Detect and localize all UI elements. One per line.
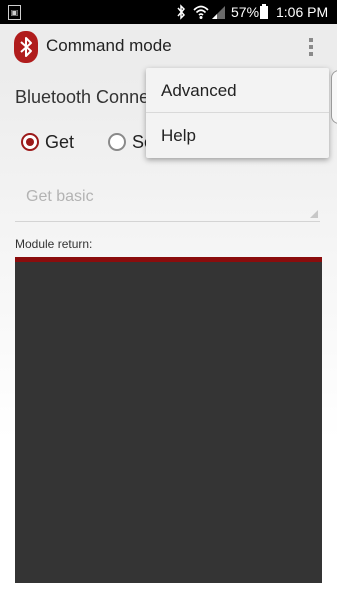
module-return-label: Module return:	[15, 237, 93, 251]
battery-icon	[260, 4, 268, 19]
menu-item-advanced[interactable]: Advanced	[146, 68, 329, 113]
command-spinner[interactable]: Get basic	[15, 179, 320, 222]
screenshot-icon: ▣	[8, 5, 21, 20]
action-bar: Command mode	[0, 24, 337, 69]
page-title: Command mode	[46, 36, 172, 55]
edge-panel-handle[interactable]	[331, 70, 337, 124]
bluetooth-icon	[177, 4, 186, 20]
radio-get-label: Get	[45, 132, 75, 152]
signal-icon	[212, 6, 225, 19]
section-title: Bluetooth Conne	[15, 87, 150, 107]
wifi-icon	[193, 5, 209, 19]
radio-unchecked-icon	[108, 133, 126, 151]
overflow-menu: Advanced Help	[146, 68, 329, 158]
menu-item-help[interactable]: Help	[146, 113, 329, 158]
module-return-output	[15, 257, 322, 583]
more-vert-icon[interactable]	[304, 36, 318, 58]
bluetooth-icon	[14, 31, 38, 63]
battery-percentage: 57%	[231, 4, 260, 20]
spinner-value: Get basic	[26, 188, 94, 205]
dropdown-arrow-icon	[310, 210, 318, 218]
clock: 1:06 PM	[276, 4, 329, 20]
status-bar: ▣ 57% 1:06 PM	[0, 0, 337, 24]
radio-checked-icon	[21, 133, 39, 151]
